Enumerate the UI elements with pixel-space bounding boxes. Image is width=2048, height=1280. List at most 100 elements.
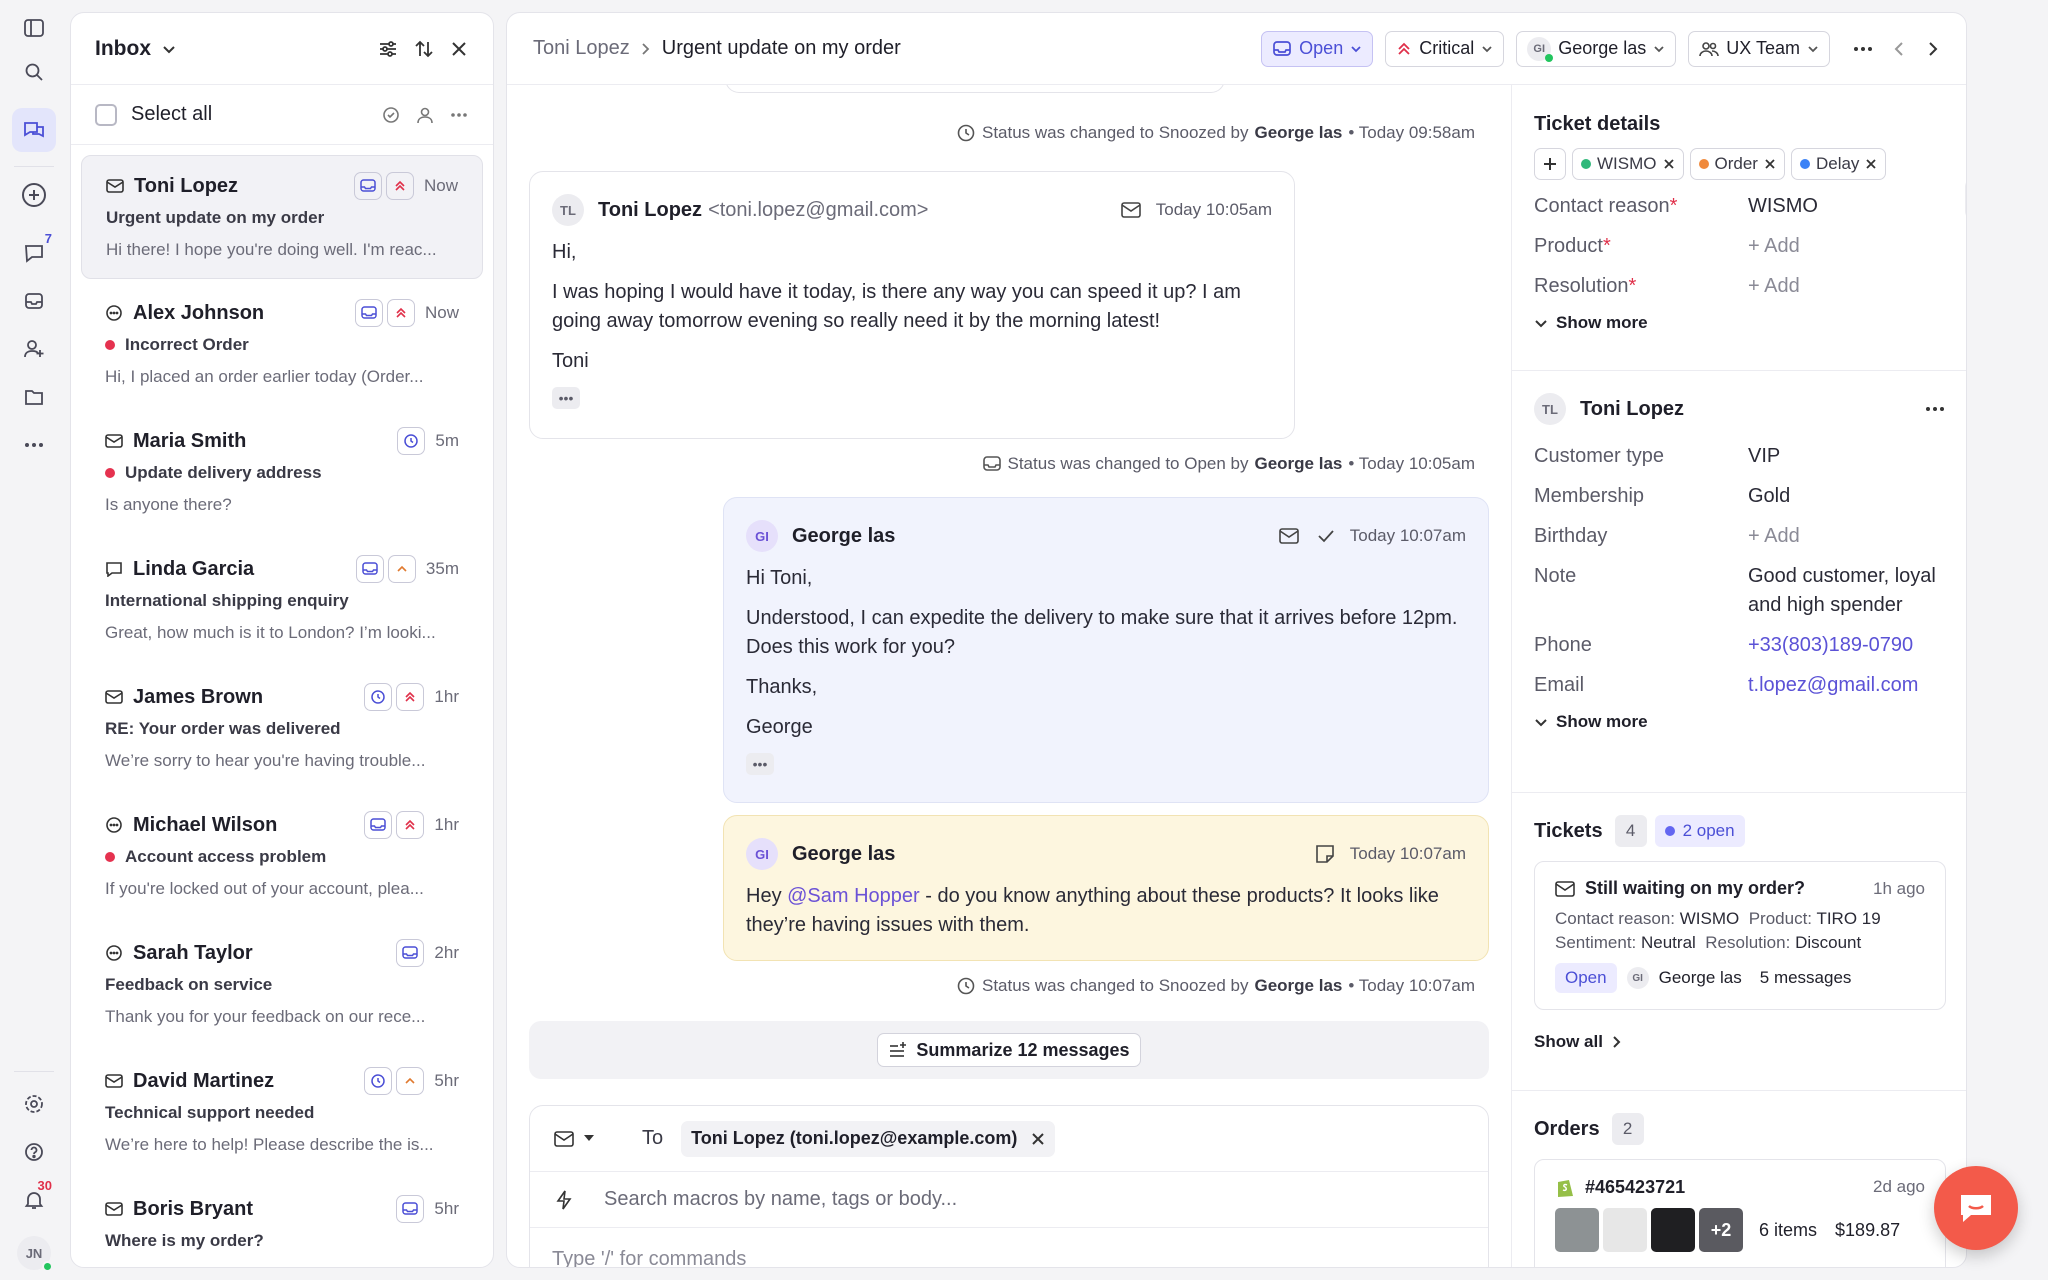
resolution-add-field[interactable]: + Add (1748, 272, 1946, 301)
caret-down-icon[interactable] (584, 1134, 594, 1143)
chevron-down-icon[interactable] (161, 41, 177, 57)
ticket-list-item[interactable]: David Martinez 5hr Technical support neede… (81, 1051, 483, 1175)
breadcrumb-customer[interactable]: Toni Lopez (533, 37, 630, 60)
assignee-label: George las (1558, 38, 1647, 58)
add-tag-button[interactable] (1534, 148, 1566, 180)
remove-tag-icon[interactable] (1663, 158, 1675, 170)
more-apps-icon[interactable] (12, 423, 56, 467)
collapse-panel-icon[interactable] (1965, 111, 1966, 155)
mention-link[interactable]: @Sam Hopper (787, 885, 920, 907)
select-all-checkbox[interactable] (95, 103, 117, 126)
webhook-icon[interactable] (1965, 383, 1966, 427)
remove-recipient-icon[interactable] (1031, 1132, 1045, 1146)
snooze-clock-icon (956, 123, 976, 143)
macro-search-input[interactable]: Search macros by name, tags or body... (604, 1188, 957, 1211)
settings-icon[interactable] (12, 1082, 56, 1126)
customer-name[interactable]: Toni Lopez (1580, 398, 1924, 421)
inbox-tray-icon[interactable] (12, 279, 56, 323)
ticket-list-item[interactable]: Maria Smith 5m Update delivery address Is a… (81, 411, 483, 535)
orders-count: 2 (1611, 1113, 1644, 1145)
filter-icon[interactable] (377, 38, 399, 60)
sidebar-toggle-icon[interactable] (12, 6, 56, 50)
status-event: Status was changed to Open by George las •… (982, 454, 1475, 474)
chat-inbox-icon[interactable]: 7 (12, 231, 56, 275)
ticket-time: Now (423, 176, 458, 195)
status-event: Status was changed to Snoozed by George l… (956, 123, 1475, 143)
email-channel-icon[interactable] (554, 1130, 574, 1147)
priority-dropdown[interactable]: Critical (1385, 30, 1505, 67)
tag-chip[interactable]: Delay (1790, 148, 1887, 180)
show-more-button[interactable]: Show more (1534, 313, 1946, 333)
expand-quoted-button[interactable]: ••• (552, 387, 580, 409)
customer-details-icon[interactable] (1965, 177, 1966, 221)
internal-note: GI George las Today 10:07am Hey @Sam Hoppe… (723, 815, 1489, 961)
status-dropdown[interactable]: Open (1261, 30, 1374, 67)
show-more-button[interactable]: Show more (1534, 712, 1946, 732)
chat-widget-button[interactable] (1934, 1166, 2018, 1250)
tag-chip[interactable]: Order (1689, 148, 1785, 180)
more-icon[interactable] (1852, 38, 1874, 60)
customer-type-value: VIP (1748, 445, 1781, 467)
product-add-field[interactable]: + Add (1748, 232, 1946, 261)
order-card[interactable]: #465423721 2d ago +2 6 items $189.87 (1534, 1159, 1946, 1267)
ticket-list-item[interactable]: Toni Lopez Now Urgent update on my order Hi… (81, 155, 483, 279)
email-link[interactable]: t.lopez@gmail.com (1748, 671, 1946, 700)
recipient-chip[interactable]: Toni Lopez (toni.lopez@example.com) (681, 1120, 1056, 1157)
ticket-list-item[interactable]: Michael Wilson 1hr Account access problem I… (81, 795, 483, 919)
critical-priority-icon (396, 811, 425, 839)
critical-priority-icon (396, 683, 425, 711)
star-icon[interactable] (1965, 519, 1966, 563)
ticket-customer-name: Boris Bryant (133, 1197, 254, 1220)
tag-chip[interactable]: WISMO (1572, 148, 1684, 180)
more-icon[interactable] (1924, 398, 1946, 420)
close-icon[interactable] (449, 39, 469, 59)
customer-note[interactable]: Good customer, loyal and high spender (1748, 562, 1946, 620)
reply-body-input[interactable]: Type '/' for commands (530, 1228, 1488, 1267)
ticket-list-item[interactable]: Linda Garcia 35m International shipping en… (81, 539, 483, 663)
ticket-list-item[interactable]: James Brown 1hr RE: Your order was deliver… (81, 667, 483, 791)
shopify-icon[interactable] (1965, 315, 1966, 359)
ai-assistant-icon[interactable] (1965, 451, 1966, 495)
folder-icon[interactable] (12, 375, 56, 419)
conversations-icon[interactable] (12, 108, 56, 152)
notifications-icon[interactable]: 30 (12, 1178, 56, 1222)
ticket-list-item[interactable]: Alex Johnson Now Incorrect Order Hi, I plac… (81, 283, 483, 407)
note-icon (1314, 843, 1336, 865)
more-icon[interactable] (449, 105, 469, 125)
inbox-tray-icon (396, 939, 425, 967)
inbox-title[interactable]: Inbox (95, 37, 151, 61)
contact-reason-field[interactable]: WISMO (1748, 192, 1946, 221)
ticket-list-item[interactable]: Sarah Taylor 2hr Feedback on service Thank … (81, 923, 483, 1047)
sort-icon[interactable] (413, 38, 435, 60)
status-label: Open (1299, 38, 1344, 58)
help-icon[interactable] (12, 1130, 56, 1174)
open-tickets-badge[interactable]: 2 open (1654, 815, 1745, 847)
show-all-tickets-button[interactable]: Show all (1534, 1032, 1946, 1052)
user-avatar[interactable]: JN (17, 1236, 53, 1272)
new-ticket-icon[interactable] (12, 173, 56, 217)
search-icon[interactable] (12, 50, 56, 94)
ticket-time: 5hr (434, 1199, 459, 1218)
ticket-view: Toni Lopez Urgent update on my order Ope… (506, 12, 1967, 1268)
inbox-tray-icon (982, 455, 1002, 473)
next-ticket-icon[interactable] (1926, 41, 1940, 57)
birthday-add-field[interactable]: + Add (1748, 522, 1946, 551)
previous-ticket-icon[interactable] (1892, 41, 1906, 57)
shopify-icon (1555, 1176, 1575, 1198)
summarize-button[interactable]: Summarize 12 messages (877, 1033, 1141, 1067)
unread-dot (105, 468, 115, 478)
remove-tag-icon[interactable] (1764, 158, 1776, 170)
phone-link[interactable]: +33(803)189-0790 (1748, 631, 1946, 660)
related-ticket-card[interactable]: Still waiting on my order? 1h ago Contact… (1534, 861, 1946, 1010)
add-user-icon[interactable] (12, 327, 56, 371)
mark-done-icon[interactable] (381, 105, 401, 125)
team-dropdown[interactable]: UX Team (1688, 30, 1830, 67)
expand-quoted-button[interactable]: ••• (746, 753, 774, 775)
assign-icon[interactable] (415, 105, 435, 125)
ticket-list-item[interactable]: Boris Bryant 5hr Where is my order? (81, 1179, 483, 1267)
ticket-customer-name: David Martinez (133, 1069, 275, 1092)
assignee-dropdown[interactable]: GI George las (1516, 30, 1677, 67)
remove-tag-icon[interactable] (1865, 158, 1877, 170)
ticket-customer-name: Alex Johnson (133, 301, 265, 324)
history-icon[interactable] (1965, 245, 1966, 289)
